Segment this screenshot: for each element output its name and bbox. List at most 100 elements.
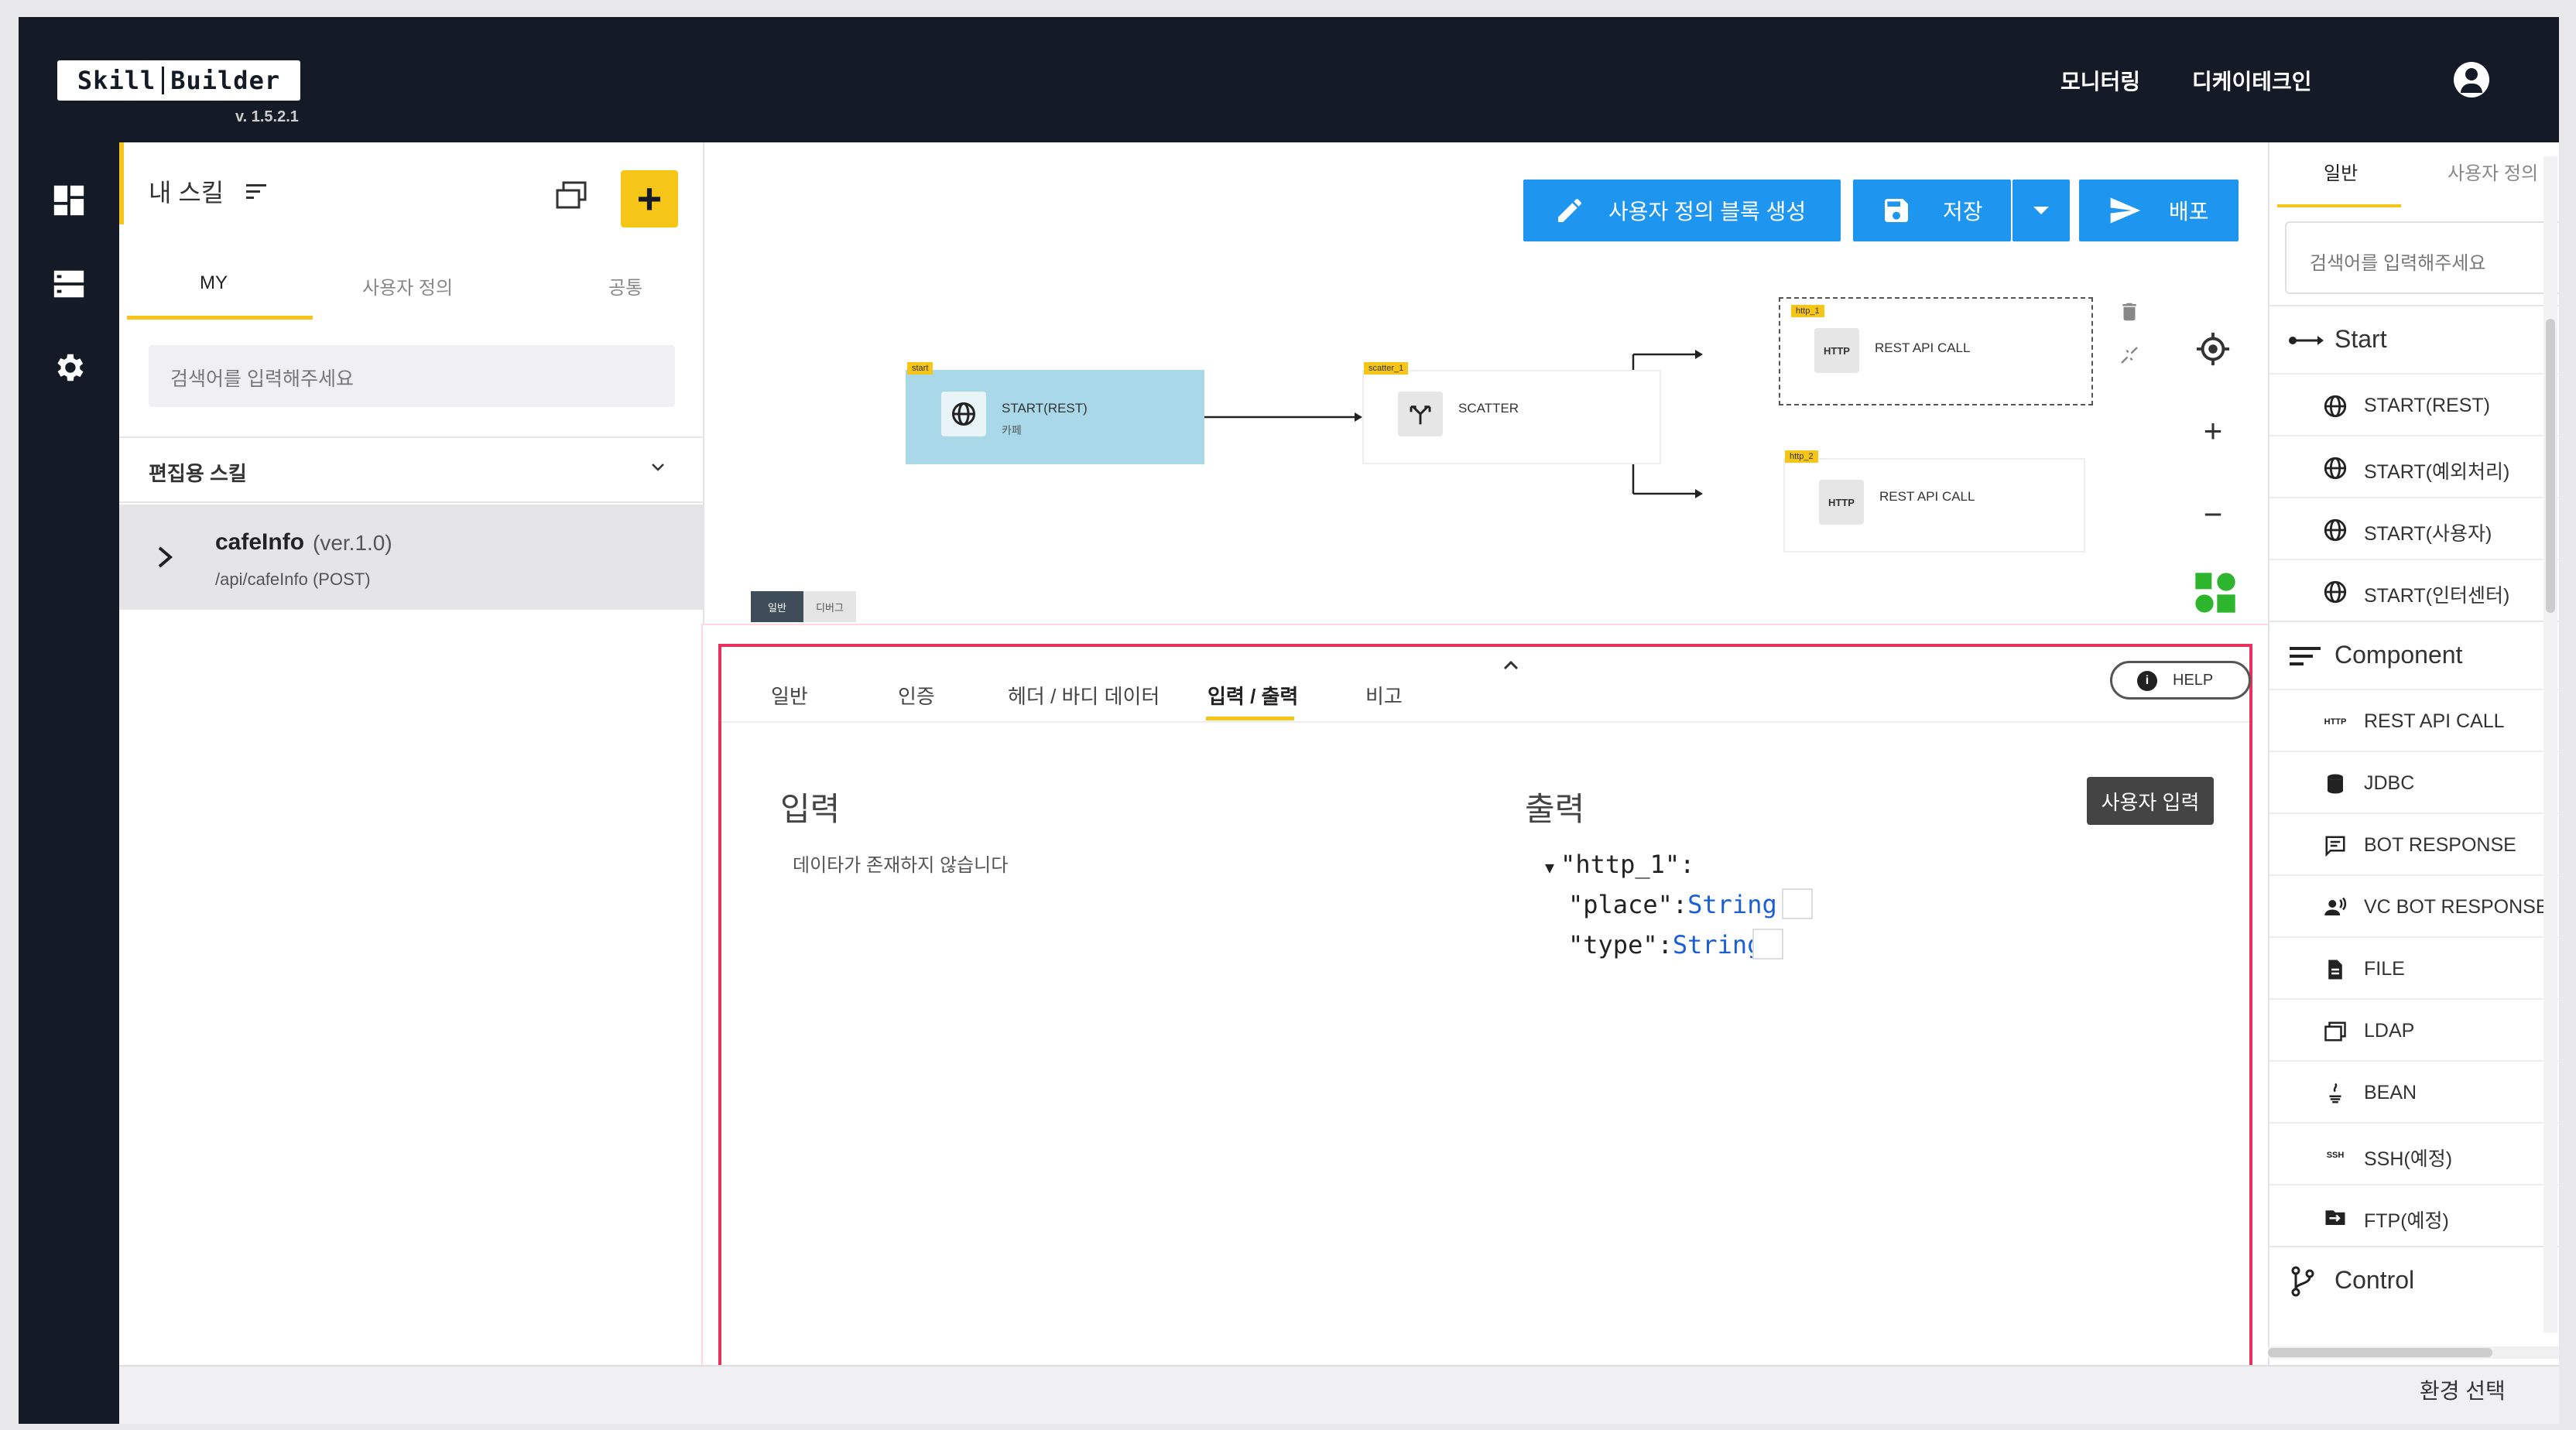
tab-note[interactable]: 비고 bbox=[1365, 681, 1403, 710]
tab-auth[interactable]: 인증 bbox=[898, 681, 935, 710]
tab-indicator bbox=[127, 316, 313, 320]
palette-item-rest-api[interactable]: HTTP REST API CALL bbox=[2269, 689, 2559, 751]
copy-icon[interactable] bbox=[553, 180, 590, 210]
ssh-icon: SSH bbox=[2326, 1151, 2345, 1160]
tab-indicator bbox=[2277, 204, 2401, 207]
zoom-out-button[interactable]: − bbox=[2195, 497, 2231, 532]
minimap-icon[interactable] bbox=[2194, 571, 2237, 614]
nav-monitoring[interactable]: 모니터링 bbox=[2060, 65, 2140, 96]
skill-version: (ver.1.0) bbox=[313, 531, 392, 555]
globe-icon bbox=[2321, 579, 2350, 605]
chat-icon bbox=[2321, 833, 2350, 859]
palette-item-file[interactable]: FILE bbox=[2269, 936, 2559, 998]
palette-item-start-exception[interactable]: START(예외처리) bbox=[2269, 435, 2559, 497]
node-sublabel: 카페 bbox=[1002, 424, 1022, 436]
palette-item-ssh[interactable]: SSH SSH(예정) bbox=[2269, 1122, 2559, 1184]
section-start[interactable]: Start bbox=[2269, 305, 2559, 373]
tab-common[interactable]: 공통 bbox=[608, 272, 642, 299]
tab-palette-custom[interactable]: 사용자 정의 bbox=[2448, 158, 2538, 185]
tab-input-output[interactable]: 입력 / 출력 bbox=[1208, 681, 1298, 710]
tab-my[interactable]: MY bbox=[200, 272, 228, 294]
panel-title: 내 스킬 bbox=[149, 179, 224, 207]
chevron-right-icon[interactable] bbox=[153, 542, 176, 573]
field-type: String bbox=[1687, 890, 1777, 919]
palette-item-label: REST API CALL bbox=[2364, 710, 2505, 732]
sort-icon[interactable] bbox=[246, 183, 268, 200]
chevron-up-icon[interactable] bbox=[1500, 658, 1522, 673]
mode-toggle[interactable]: 일반 디버그 bbox=[751, 591, 856, 622]
tab-divider bbox=[721, 721, 2249, 723]
field-key: "type": bbox=[1568, 930, 1673, 960]
palette-item-bean[interactable]: BEAN bbox=[2269, 1060, 2559, 1122]
logo-text-left: Skill bbox=[77, 66, 156, 95]
zoom-in-button[interactable]: + bbox=[2195, 413, 2231, 449]
palette-search-input[interactable]: 검색어를 입력해주세요 bbox=[2285, 221, 2559, 294]
mode-debug[interactable]: 디버그 bbox=[803, 591, 856, 622]
section-control[interactable]: Control bbox=[2269, 1246, 2559, 1314]
palette-scrollbar[interactable] bbox=[2543, 156, 2557, 1332]
flow-node-http-2[interactable]: http_2 HTTP REST API CALL bbox=[1783, 450, 2085, 552]
mode-normal[interactable]: 일반 bbox=[751, 591, 803, 622]
custom-block-button[interactable]: 사용자 정의 블록 생성 bbox=[1523, 180, 1841, 241]
user-input-button[interactable]: 사용자 입력 bbox=[2087, 777, 2214, 825]
globe-icon bbox=[941, 392, 986, 436]
save-options-dropdown[interactable] bbox=[2012, 180, 2070, 241]
tab-custom[interactable]: 사용자 정의 bbox=[362, 272, 453, 299]
palette-item-label: SSH(예정) bbox=[2364, 1148, 2453, 1170]
skill-search-input[interactable]: 검색어를 입력해주세요 bbox=[149, 345, 675, 407]
locate-icon[interactable] bbox=[2195, 331, 2231, 367]
deploy-button[interactable]: 배포 bbox=[2079, 180, 2239, 241]
info-icon: i bbox=[2137, 671, 2157, 691]
palette-item-start-center[interactable]: START(인터센터) bbox=[2269, 559, 2559, 621]
app-logo[interactable]: Skill Builder bbox=[57, 60, 300, 101]
trash-icon[interactable] bbox=[2118, 299, 2141, 325]
database-icon bbox=[2321, 771, 2350, 797]
http-icon: HTTP bbox=[1819, 480, 1864, 525]
nav-company[interactable]: 디케이테크인 bbox=[2192, 65, 2312, 96]
tab-palette-general[interactable]: 일반 bbox=[2324, 158, 2358, 185]
link-break-icon[interactable] bbox=[2118, 342, 2141, 368]
user-circle-icon[interactable] bbox=[2454, 62, 2489, 98]
palette-item-start-user[interactable]: START(사용자) bbox=[2269, 497, 2559, 559]
pencil-icon bbox=[1558, 199, 1581, 222]
dashboard-icon[interactable] bbox=[51, 183, 87, 218]
panel-accent bbox=[119, 142, 124, 224]
save-label: 저장 bbox=[1943, 200, 1983, 224]
java-icon bbox=[2321, 1080, 2350, 1107]
tab-header-body[interactable]: 헤더 / 바디 데이터 bbox=[1008, 681, 1160, 710]
chevron-down-icon bbox=[652, 464, 664, 471]
node-tag: http_1 bbox=[1791, 305, 1824, 317]
globe-icon bbox=[2321, 455, 2350, 481]
flow-node-scatter[interactable]: scatter_1 SCATTER bbox=[1362, 362, 1661, 464]
input-title: 입력 bbox=[780, 791, 841, 827]
settings-icon[interactable] bbox=[51, 350, 87, 385]
flow-node-start[interactable]: start START(REST) 카페 bbox=[906, 362, 1204, 464]
tab-indicator bbox=[1206, 717, 1294, 720]
palette-item-ftp[interactable]: FTP(예정) bbox=[2269, 1184, 2559, 1246]
field-checkbox[interactable] bbox=[1752, 929, 1783, 960]
environment-select[interactable]: 환경 선택 bbox=[2420, 1374, 2506, 1405]
group-dropdown[interactable]: 편집용 스킬 bbox=[119, 436, 704, 503]
flow-node-http-1[interactable]: http_1 HTTP REST API CALL bbox=[1779, 297, 2093, 405]
add-skill-button[interactable]: + bbox=[621, 170, 678, 228]
list-icon bbox=[2290, 647, 2321, 665]
section-component[interactable]: Component bbox=[2269, 621, 2559, 689]
palette-horizontal-scrollbar[interactable] bbox=[2268, 1346, 2559, 1359]
server-icon[interactable] bbox=[51, 266, 87, 302]
palette-item-label: START(예외처리) bbox=[2364, 461, 2510, 483]
field-checkbox[interactable] bbox=[1782, 888, 1813, 919]
palette-item-start-rest[interactable]: START(REST) bbox=[2269, 373, 2559, 435]
globe-icon bbox=[2321, 517, 2350, 543]
palette-item-vc-bot-response[interactable]: VC BOT RESPONSE bbox=[2269, 874, 2559, 936]
palette-item-bot-response[interactable]: BOT RESPONSE bbox=[2269, 812, 2559, 874]
caret-down-icon: ▼ bbox=[1545, 858, 1555, 877]
help-button[interactable]: i HELP bbox=[2110, 661, 2251, 700]
palette-item-ldap[interactable]: LDAP bbox=[2269, 998, 2559, 1060]
palette-item-label: JDBC bbox=[2364, 772, 2415, 794]
save-button[interactable]: 저장 bbox=[1853, 180, 2011, 241]
skill-list-item[interactable]: cafeInfo (ver.1.0) /api/cafeInfo (POST) bbox=[119, 505, 704, 610]
node-label: START(REST) bbox=[1002, 401, 1088, 416]
tab-general[interactable]: 일반 bbox=[771, 681, 808, 710]
palette-item-jdbc[interactable]: JDBC bbox=[2269, 751, 2559, 812]
output-tree-root[interactable]: ▼ "http_1": bbox=[1545, 850, 1694, 879]
